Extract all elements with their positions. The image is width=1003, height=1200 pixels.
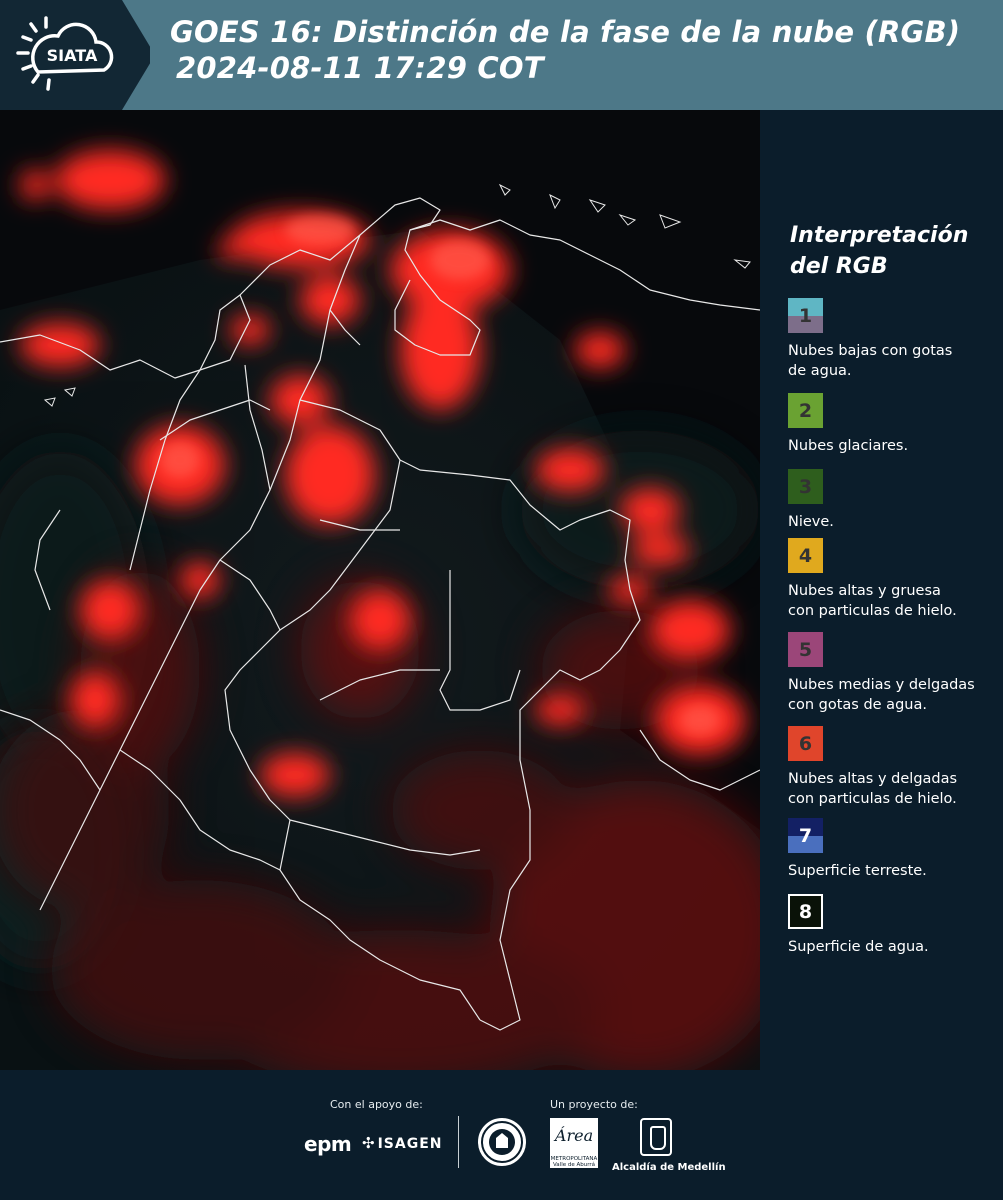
legend-desc-3: Nieve. <box>788 514 834 530</box>
alcaldia-logo: Alcaldía de Medellín <box>612 1162 726 1173</box>
legend-title-line-1: Interpretación <box>790 223 969 248</box>
legend-desc-1: Nubes bajas con gotas de agua. <box>788 343 953 379</box>
legend-title: Interpretación del RGB <box>790 220 968 282</box>
legend-swatch-4: 4 <box>788 538 823 573</box>
isagen-logo: ✣ ISAGEN <box>362 1134 443 1152</box>
legend-desc-5: Nubes medias y delgadas con gotas de agua… <box>788 677 975 713</box>
page-title: GOES 16: Distinción de la fase de la nub… <box>170 14 960 86</box>
area-metropolitana-sub: METROPOLITANA Valle de Aburrá <box>550 1156 598 1168</box>
footer-divider <box>458 1116 459 1168</box>
satellite-map <box>0 110 760 1070</box>
university-seal-icon <box>478 1118 526 1166</box>
legend-swatch-2: 2 <box>788 393 823 428</box>
legend-item-7: 7 Superficie terreste. <box>788 818 998 881</box>
legend-number-2: 2 <box>798 399 813 422</box>
legend-item-3: 3 Nieve. <box>788 469 998 532</box>
siata-logo-text: SIATA <box>47 46 98 65</box>
alcaldia-shield-icon <box>640 1118 672 1156</box>
rgb-legend: Interpretación del RGB 1 Nubes bajas con… <box>760 110 1003 1070</box>
legend-number-7: 7 <box>798 824 813 847</box>
title-line-2: 2024-08-11 17:29 COT <box>176 51 544 85</box>
legend-item-2: 2 Nubes glaciares. <box>788 393 998 456</box>
legend-swatch-6: 6 <box>788 726 823 761</box>
legend-number-4: 4 <box>798 544 813 567</box>
legend-desc-7: Superficie terreste. <box>788 863 927 879</box>
legend-title-line-2: del RGB <box>790 254 888 279</box>
legend-number-8: 8 <box>798 900 813 923</box>
legend-item-6: 6 Nubes altas y delgadas con particulas d… <box>788 726 998 809</box>
legend-desc-8: Superficie de agua. <box>788 939 929 955</box>
legend-swatch-5: 5 <box>788 632 823 667</box>
legend-number-5: 5 <box>798 638 813 661</box>
legend-swatch-7: 7 <box>788 818 823 853</box>
legend-desc-2: Nubes glaciares. <box>788 438 909 454</box>
legend-swatch-8: 8 <box>788 894 823 929</box>
legend-item-8: 8 Superficie de agua. <box>788 894 998 957</box>
project-label: Un proyecto de: <box>550 1098 638 1111</box>
legend-number-1: 1 <box>798 304 813 327</box>
epm-logo: epm <box>304 1132 352 1156</box>
title-line-1: GOES 16: Distinción de la fase de la nub… <box>170 15 961 49</box>
support-label: Con el apoyo de: <box>330 1098 423 1111</box>
footer-sponsors: Con el apoyo de: Un proyecto de: epm ✣ IS… <box>0 1070 1003 1200</box>
legend-number-6: 6 <box>798 732 813 755</box>
legend-number-3: 3 <box>798 475 813 498</box>
legend-swatch-1: 1 <box>788 298 823 333</box>
legend-item-5: 5 Nubes medias y delgadas con gotas de ag… <box>788 632 998 715</box>
legend-swatch-3: 3 <box>788 469 823 504</box>
legend-item-1: 1 Nubes bajas con gotas de agua. <box>788 298 998 381</box>
legend-item-4: 4 Nubes altas y gruesa con particulas de … <box>788 538 998 621</box>
legend-desc-4: Nubes altas y gruesa con particulas de hi… <box>788 583 957 619</box>
legend-desc-6: Nubes altas y delgadas con particulas de … <box>788 771 958 807</box>
siata-logo: SIATA <box>0 0 150 110</box>
isagen-mark-icon: ✣ <box>362 1134 376 1152</box>
header-bar: SIATA GOES 16: Distinción de la fase de … <box>0 0 1003 110</box>
